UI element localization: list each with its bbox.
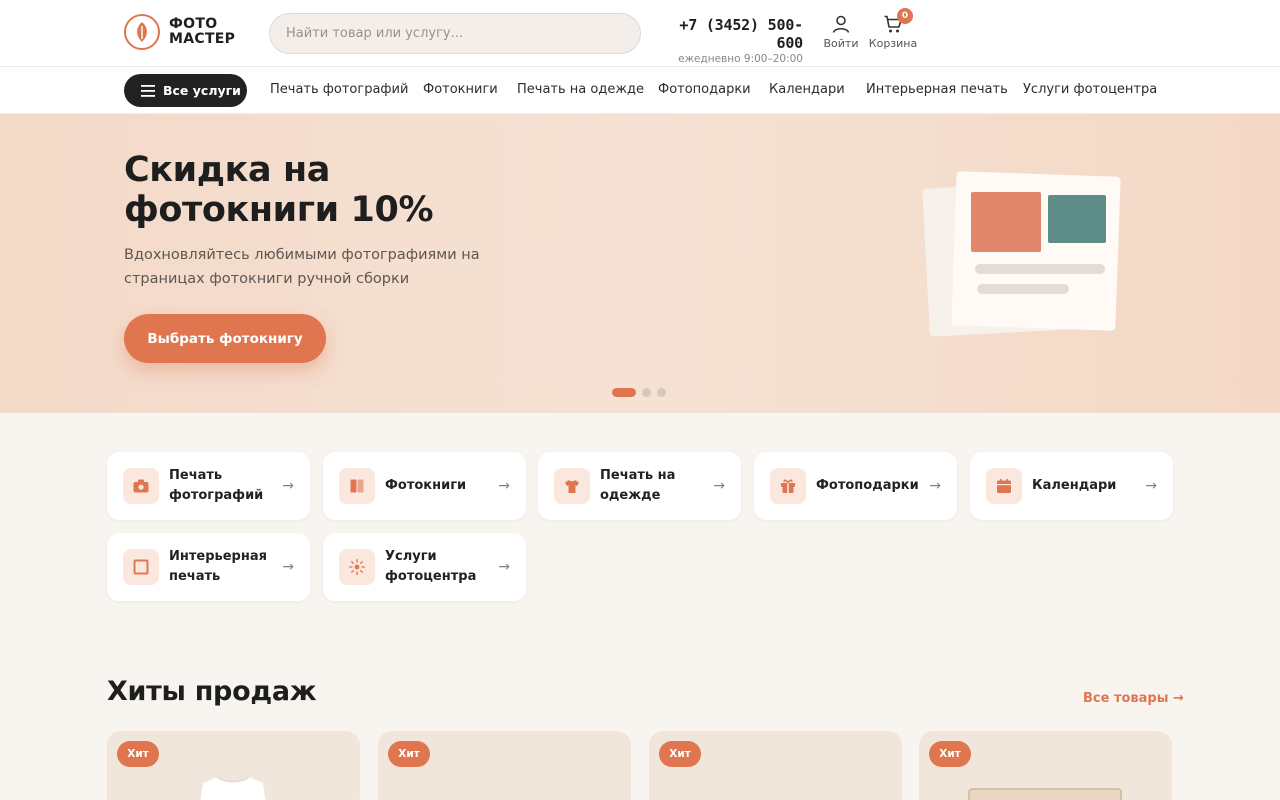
cart-label: Корзина xyxy=(868,37,918,50)
logo-line-1: ФОТО xyxy=(169,16,218,32)
slider-dot-2[interactable] xyxy=(642,388,651,397)
category-card-photo-services[interactable]: Услуги фотоцентра → xyxy=(323,533,526,601)
arrow-right-icon: → xyxy=(282,559,294,575)
calendar-icon xyxy=(986,468,1022,504)
category-label: Фотоподарки xyxy=(816,478,919,493)
nav-item-calendars[interactable]: Календари xyxy=(769,82,845,97)
nav-item-photo-services[interactable]: Услуги фотоцентра xyxy=(1023,82,1157,97)
nav-item-interior-print[interactable]: Интерьерная печать xyxy=(866,82,1008,97)
category-label: Интерьерная печать xyxy=(169,549,267,584)
all-services-button[interactable]: Все услуги xyxy=(124,74,247,107)
phone-block: +7 (3452) 500-600 ежедневно 9:00–20:00 xyxy=(664,16,803,65)
slider-dot-1[interactable] xyxy=(612,388,636,397)
arrow-right-icon: → xyxy=(282,478,294,494)
photobook-illustration xyxy=(922,171,1121,337)
logo[interactable]: ФОТО МАСТЕР xyxy=(124,14,235,50)
sparkle-icon xyxy=(339,549,375,585)
cart-count-badge: 0 xyxy=(897,8,913,24)
phone-number[interactable]: +7 (3452) 500-600 xyxy=(664,16,803,52)
hit-badge: Хит xyxy=(388,741,430,767)
category-label: Печать фотографий xyxy=(169,468,264,503)
hero-subtitle: Вдохновляйтесь любимыми фотографиями на … xyxy=(124,247,480,287)
arrow-right-icon: → xyxy=(498,478,510,494)
category-label: Услуги фотоцентра xyxy=(385,549,477,584)
category-label: Печать на одежде xyxy=(600,468,676,503)
all-products-link[interactable]: Все товары → xyxy=(1083,691,1184,706)
category-label: Календари xyxy=(1032,478,1117,493)
main-nav: Все услуги Печать фотографий Фотокниги П… xyxy=(0,67,1280,114)
category-card-photobooks[interactable]: Фотокниги → xyxy=(323,452,526,520)
bestsellers-title: Хиты продаж xyxy=(107,676,317,707)
logo-icon xyxy=(124,14,160,50)
tshirt-product-image xyxy=(200,776,266,800)
tshirt-icon xyxy=(554,468,590,504)
login-label: Войти xyxy=(823,37,859,50)
product-card[interactable]: Хит xyxy=(649,731,902,800)
choose-photobook-button[interactable]: Выбрать фотокнигу xyxy=(124,314,326,363)
product-card[interactable]: Хит xyxy=(107,731,360,800)
working-hours: ежедневно 9:00–20:00 xyxy=(678,53,803,65)
book-icon xyxy=(339,468,375,504)
arrow-right-icon: → xyxy=(498,559,510,575)
gift-icon xyxy=(770,468,806,504)
arrow-right-icon: → xyxy=(713,478,725,494)
frame-product-image xyxy=(968,788,1122,800)
category-card-photo-print[interactable]: Печать фотографий → xyxy=(107,452,310,520)
product-card[interactable]: Хит xyxy=(919,731,1172,800)
nav-item-photogifts[interactable]: Фотоподарки xyxy=(658,82,751,97)
category-card-calendars[interactable]: Календари → xyxy=(970,452,1173,520)
product-card[interactable]: Хит xyxy=(378,731,631,800)
hero-title-line-2: фотокниги 10% xyxy=(124,190,434,230)
login-button[interactable]: Войти xyxy=(822,14,860,50)
category-card-photogifts[interactable]: Фотоподарки → xyxy=(754,452,957,520)
cart-button[interactable]: Корзина 0 xyxy=(868,8,918,50)
site-header: ФОТО МАСТЕР +7 (3452) 500-600 ежедневно … xyxy=(0,0,1280,67)
hero-title: Скидка на фотокниги 10% xyxy=(124,150,544,230)
category-card-clothing-print[interactable]: Печать на одежде → xyxy=(538,452,741,520)
slider-dot-3[interactable] xyxy=(657,388,666,397)
category-label: Фотокниги xyxy=(385,478,467,493)
category-card-interior-print[interactable]: Интерьерная печать → xyxy=(107,533,310,601)
frame-icon xyxy=(123,549,159,585)
logo-line-2: МАСТЕР xyxy=(169,31,236,47)
arrow-right-icon: → xyxy=(929,478,941,494)
hit-badge: Хит xyxy=(659,741,701,767)
nav-item-clothing-print[interactable]: Печать на одежде xyxy=(517,82,644,97)
nav-item-photo-print[interactable]: Печать фотографий xyxy=(270,82,408,97)
search-input[interactable] xyxy=(269,13,641,54)
slider-dots xyxy=(612,388,666,397)
camera-icon xyxy=(123,468,159,504)
logo-text: ФОТО МАСТЕР xyxy=(169,17,235,47)
hero-banner: Скидка на фотокниги 10% Вдохновляйтесь л… xyxy=(0,114,1280,413)
arrow-right-icon: → xyxy=(1145,478,1157,494)
all-services-label: Все услуги xyxy=(163,83,241,98)
nav-item-photobooks[interactable]: Фотокниги xyxy=(423,82,498,97)
menu-icon xyxy=(141,84,155,97)
hero-title-line-1: Скидка на xyxy=(124,150,330,190)
user-icon xyxy=(832,15,850,33)
